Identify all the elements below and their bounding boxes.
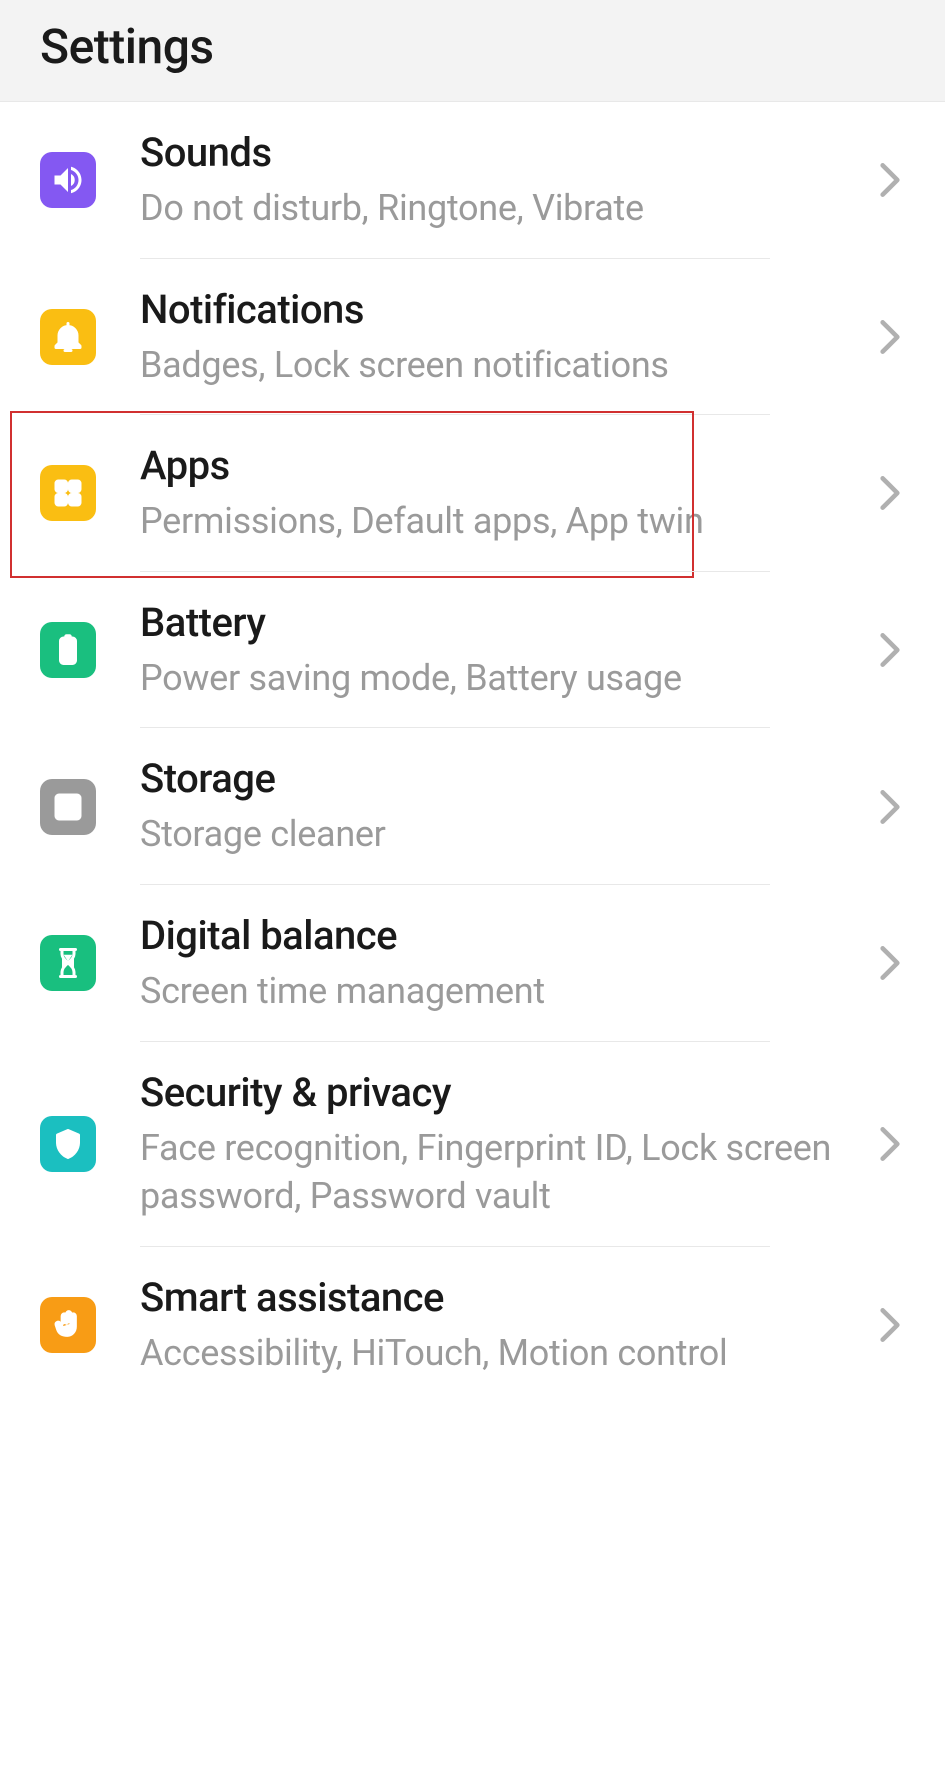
settings-item-storage[interactable]: Storage Storage cleaner	[0, 728, 945, 885]
page-title: Settings	[40, 18, 905, 75]
apps-grid-icon	[40, 465, 96, 521]
settings-item-title: Digital balance	[140, 911, 845, 961]
settings-item-subtitle: Power saving mode, Battery usage	[140, 654, 845, 703]
sounds-icon	[40, 152, 96, 208]
settings-item-text: Storage Storage cleaner	[140, 754, 875, 859]
settings-list: Sounds Do not disturb, Ringtone, Vibrate…	[0, 102, 945, 1403]
settings-item-text: Digital balance Screen time management	[140, 911, 875, 1016]
chevron-right-icon	[875, 468, 905, 518]
settings-item-sounds[interactable]: Sounds Do not disturb, Ringtone, Vibrate	[0, 102, 945, 259]
settings-item-subtitle: Storage cleaner	[140, 810, 845, 859]
storage-icon	[40, 779, 96, 835]
settings-item-title: Storage	[140, 754, 845, 804]
settings-item-subtitle: Badges, Lock screen notifications	[140, 341, 845, 390]
chevron-right-icon	[875, 625, 905, 675]
settings-item-title: Security & privacy	[140, 1068, 845, 1118]
settings-item-text: Notifications Badges, Lock screen notifi…	[140, 285, 875, 390]
settings-item-title: Apps	[140, 441, 845, 491]
settings-item-digital-balance[interactable]: Digital balance Screen time management	[0, 885, 945, 1042]
settings-item-text: Battery Power saving mode, Battery usage	[140, 598, 875, 703]
settings-item-title: Smart assistance	[140, 1273, 845, 1323]
shield-icon	[40, 1116, 96, 1172]
hand-icon	[40, 1297, 96, 1353]
battery-icon	[40, 622, 96, 678]
settings-item-notifications[interactable]: Notifications Badges, Lock screen notifi…	[0, 259, 945, 416]
settings-item-text: Smart assistance Accessibility, HiTouch,…	[140, 1273, 875, 1378]
settings-item-subtitle: Permissions, Default apps, App twin	[140, 497, 845, 546]
settings-item-battery[interactable]: Battery Power saving mode, Battery usage	[0, 572, 945, 729]
settings-item-subtitle: Accessibility, HiTouch, Motion control	[140, 1329, 845, 1378]
settings-item-security[interactable]: Security & privacy Face recognition, Fin…	[0, 1042, 945, 1247]
settings-item-title: Battery	[140, 598, 845, 648]
settings-item-apps[interactable]: Apps Permissions, Default apps, App twin	[0, 415, 945, 572]
chevron-right-icon	[875, 782, 905, 832]
chevron-right-icon	[875, 1119, 905, 1169]
chevron-right-icon	[875, 312, 905, 362]
header: Settings	[0, 0, 945, 102]
settings-item-text: Apps Permissions, Default apps, App twin	[140, 441, 875, 546]
settings-item-text: Security & privacy Face recognition, Fin…	[140, 1068, 875, 1221]
settings-item-smart-assistance[interactable]: Smart assistance Accessibility, HiTouch,…	[0, 1247, 945, 1404]
chevron-right-icon	[875, 155, 905, 205]
hourglass-icon	[40, 935, 96, 991]
settings-item-subtitle: Face recognition, Fingerprint ID, Lock s…	[140, 1124, 845, 1221]
settings-item-text: Sounds Do not disturb, Ringtone, Vibrate	[140, 128, 875, 233]
settings-item-subtitle: Do not disturb, Ringtone, Vibrate	[140, 184, 845, 233]
settings-item-subtitle: Screen time management	[140, 967, 845, 1016]
bell-icon	[40, 309, 96, 365]
settings-item-title: Sounds	[140, 128, 845, 178]
chevron-right-icon	[875, 938, 905, 988]
settings-item-title: Notifications	[140, 285, 845, 335]
chevron-right-icon	[875, 1300, 905, 1350]
